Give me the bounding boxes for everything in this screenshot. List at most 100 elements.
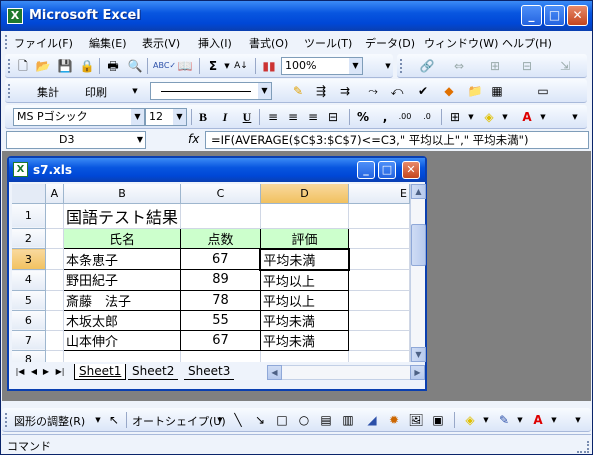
row-header[interactable]: 8 [12,350,46,362]
cell-a6[interactable] [45,310,65,331]
score-cell[interactable]: 55 [180,309,261,331]
close-button[interactable]: ✕ [567,5,588,26]
merge-center-icon[interactable]: ⊟ [325,109,341,125]
remove-arrows-icon[interactable]: ⤳ [365,83,381,99]
score-cell[interactable]: 89 [180,269,261,291]
row-header[interactable]: 6 [12,310,46,331]
column-header-d[interactable]: D [260,184,350,204]
toolbar-grip[interactable] [400,59,403,73]
insert-function-icon[interactable]: fx [188,132,199,146]
row-header[interactable]: 2 [12,228,46,249]
align-left-icon[interactable]: ≡ [265,109,281,125]
cell-c8[interactable] [180,350,261,362]
cell-e5[interactable] [348,290,410,311]
maximize-button[interactable]: □ [544,5,565,26]
score-cell[interactable]: 78 [180,289,261,311]
sheet-tab-3[interactable]: Sheet3 [184,364,235,380]
menu-file[interactable]: ファイル(F) [14,35,73,51]
column-header-b[interactable]: B [63,184,182,204]
menu-help[interactable]: ヘルプ(H) [502,35,552,51]
spelling-icon[interactable]: ABC✓ [153,58,176,74]
cell-d8[interactable] [260,350,350,362]
select-all-corner[interactable] [12,184,46,204]
aggregate-button[interactable]: 集計 [37,84,59,100]
cell-e8[interactable] [348,350,410,362]
menubar-grip[interactable] [5,35,8,49]
italic-button[interactable]: I [217,109,233,125]
draw-border-icon[interactable]: ✎ [290,83,306,99]
evaluate-icon[interactable]: ✔ [415,83,431,99]
resize-grip-icon[interactable] [577,441,589,453]
permission-icon[interactable]: 🔒 [79,58,95,74]
open-folder-icon[interactable]: 📂 [35,58,51,74]
menu-window[interactable]: ウィンドウ(W) [424,35,498,51]
bold-button[interactable]: B [195,109,211,125]
insert-icon[interactable]: ⇲ [557,58,573,74]
textbox-icon[interactable]: ▤ [318,412,334,428]
cell-e4[interactable] [348,269,410,291]
menu-edit[interactable]: 編集(E) [89,35,127,51]
chevron-down-icon[interactable]: ▼ [546,412,562,428]
score-cell[interactable]: 67 [180,329,261,351]
menu-tools[interactable]: ツール(T) [304,35,352,51]
rating-cell[interactable]: 平均以上 [259,269,350,291]
chevron-down-icon[interactable]: ▼ [131,109,144,125]
chevron-down-icon[interactable]: ▼ [535,109,551,125]
line-color-icon[interactable]: ✎ [496,412,512,428]
cell-a1[interactable] [45,203,65,229]
picture-icon[interactable]: ▣ [430,412,446,428]
trace-precedents-icon[interactable]: ⇶ [313,83,329,99]
header-name-cell[interactable]: 氏名 [63,227,182,249]
align-right-icon[interactable]: ≡ [305,109,321,125]
row-header[interactable]: 3 [12,248,46,270]
vertical-textbox-icon[interactable]: ▥ [340,412,356,428]
zoom-combo[interactable]: 100% ▼ [281,57,363,75]
cell-a3[interactable] [45,248,65,270]
vertical-scrollbar[interactable]: ▲ ▼ [410,184,426,362]
borders-icon[interactable]: ⊞ [447,109,463,125]
increase-decimal-icon[interactable]: .00 [397,109,413,125]
chevron-down-icon[interactable]: ▼ [349,58,362,74]
cell-e7[interactable] [348,330,410,351]
name-cell[interactable]: 木坂太郎 [63,309,182,331]
cell-e1[interactable] [348,203,410,229]
toolbar-grip[interactable] [5,413,8,427]
cell-b8[interactable] [63,350,182,362]
menu-format[interactable]: 書式(O) [249,35,288,51]
row-header[interactable]: 1 [12,203,46,229]
cell-e6[interactable] [348,310,410,331]
scroll-right-icon[interactable]: ▶ [410,365,425,380]
select-pointer-icon[interactable]: ↖ [106,412,122,428]
chevron-down-icon[interactable]: ▼ [258,83,271,99]
header-rating-cell[interactable]: 評価 [259,227,350,249]
wordart-icon[interactable]: ◢ [364,412,380,428]
font-color-icon[interactable]: A [519,109,535,125]
cell-a4[interactable] [45,269,65,291]
workbook-restore-button[interactable]: □ [378,161,396,179]
name-cell[interactable]: 野田紀子 [63,269,182,291]
cell-e3[interactable] [348,248,410,270]
chevron-down-icon[interactable]: ▼ [173,109,186,125]
print-preview-icon[interactable]: 🔍 [127,58,143,74]
percent-button[interactable]: % [355,109,371,125]
toolbar-grip[interactable] [8,84,11,98]
sort-ascending-icon[interactable]: A↓ [233,58,249,74]
save-icon[interactable]: 💾 [57,58,73,74]
rectangle-icon[interactable]: □ [274,412,290,428]
outline-icon[interactable]: ⊟ [519,58,535,74]
oval-icon[interactable]: ○ [296,412,312,428]
chevron-down-icon[interactable]: ▼ [478,412,494,428]
cell-a2[interactable] [45,228,65,249]
name-cell[interactable]: 本条恵子 [63,248,182,270]
row-header[interactable]: 4 [12,269,46,291]
adjust-shapes-menu[interactable]: 図形の調整(R) [14,413,85,429]
last-sheet-icon[interactable]: ▶| [54,366,66,378]
rating-cell-active[interactable]: 平均未満 [259,247,350,271]
chevron-down-icon[interactable]: ▼ [212,412,228,428]
column-header-a[interactable]: A [45,184,65,204]
sheet-tab-1[interactable]: Sheet1 [74,364,127,380]
line-icon[interactable]: ╲ [230,412,246,428]
rating-cell[interactable]: 平均未満 [259,309,350,331]
watch-window-icon[interactable]: ▭ [535,83,551,99]
chevron-down-icon[interactable]: ▼ [463,109,479,125]
